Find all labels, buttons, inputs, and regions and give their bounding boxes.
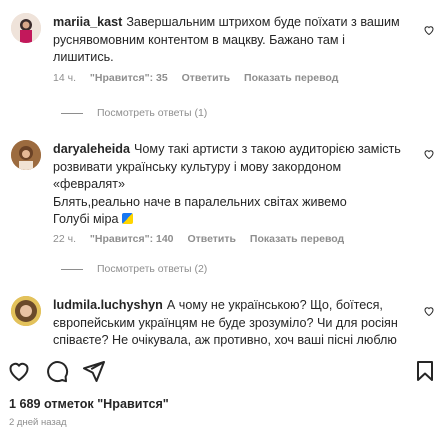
comment-meta: 14 ч. "Нравится": 35 Ответить Показать п… bbox=[53, 72, 349, 84]
heart-icon[interactable] bbox=[423, 24, 435, 36]
view-replies-button[interactable]: Посмотреть ответы (1) bbox=[61, 107, 207, 119]
view-replies-label: Посмотреть ответы (2) bbox=[97, 263, 208, 275]
post-date: 2 дней назад bbox=[9, 417, 67, 428]
comment-body-line2: Блять,реально наче в паралельних світах … bbox=[53, 194, 347, 209]
comment-likes[interactable]: "Нравится": 35 bbox=[90, 72, 168, 84]
comment-body-line3: Голубі міра bbox=[53, 212, 119, 226]
bookmark-icon[interactable] bbox=[413, 359, 437, 383]
view-replies-label: Посмотреть ответы (1) bbox=[97, 107, 208, 119]
comment-time: 14 ч. bbox=[53, 72, 76, 84]
comment-text: daryaleheida Чому такі артисти з такою ау… bbox=[53, 141, 403, 229]
divider bbox=[61, 112, 83, 114]
avatar[interactable] bbox=[11, 13, 41, 43]
comment-username[interactable]: daryaleheida bbox=[53, 142, 130, 156]
reply-button[interactable]: Ответить bbox=[182, 72, 231, 84]
likes-count[interactable]: 1 689 отметок "Нравится" bbox=[9, 397, 169, 411]
avatar[interactable] bbox=[11, 140, 41, 170]
comment-time: 22 ч. bbox=[53, 233, 76, 245]
comment-text: ludmila.luchyshyn А чому не українською? … bbox=[53, 297, 403, 350]
translate-button[interactable]: Показать перевод bbox=[250, 233, 344, 245]
comment-text: mariia_kast Завершальним штрихом буде пої… bbox=[53, 14, 403, 67]
post-action-bar bbox=[0, 353, 445, 389]
comment-meta: 22 ч. "Нравится": 140 Ответить Показать … bbox=[53, 233, 355, 245]
heart-icon[interactable] bbox=[7, 359, 31, 383]
comment-likes[interactable]: "Нравится": 140 bbox=[90, 233, 174, 245]
comment-username[interactable]: mariia_kast bbox=[53, 15, 122, 29]
heart-icon[interactable] bbox=[423, 305, 435, 317]
emoji-icon bbox=[121, 213, 133, 224]
comment-username[interactable]: ludmila.luchyshyn bbox=[53, 298, 163, 312]
view-replies-button[interactable]: Посмотреть ответы (2) bbox=[61, 263, 207, 275]
translate-button[interactable]: Показать перевод bbox=[244, 72, 338, 84]
paper-plane-icon[interactable] bbox=[82, 359, 106, 383]
avatar[interactable] bbox=[11, 296, 41, 326]
reply-button[interactable]: Ответить bbox=[187, 233, 236, 245]
divider bbox=[61, 268, 83, 270]
heart-icon[interactable] bbox=[423, 148, 435, 160]
comment-icon[interactable] bbox=[45, 359, 69, 383]
